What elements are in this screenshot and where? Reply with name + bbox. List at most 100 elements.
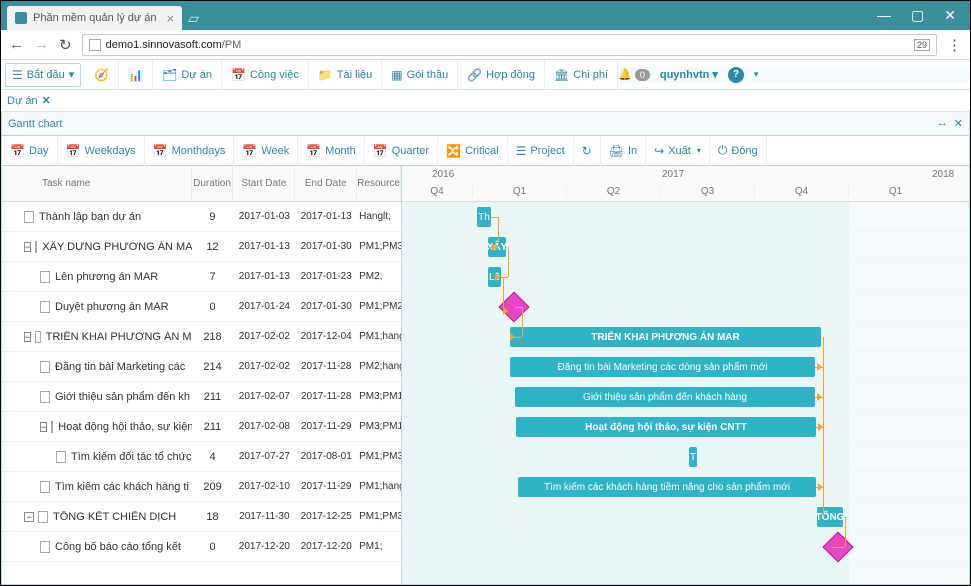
refresh-icon: ↻ xyxy=(582,144,592,158)
task-name: Tìm kiếm các khách hàng ti xyxy=(55,481,189,493)
menu-icon[interactable]: ⋮ xyxy=(947,36,962,54)
tab-project[interactable]: Dự án✕ xyxy=(7,94,51,107)
menu-docs[interactable]: 📁Tài liệu xyxy=(309,60,382,90)
task-name: Duyệt phương án MAR xyxy=(55,301,169,313)
url-input[interactable]: demo1.sinnovasoft.com/PM 29 xyxy=(82,34,937,56)
tb-close[interactable]: ⏻Đóng xyxy=(710,136,767,166)
tb-export[interactable]: ↪Xuất▾ xyxy=(646,136,710,166)
tb-day[interactable]: 📅Day xyxy=(2,136,58,166)
gauge-icon: 🧭 xyxy=(94,68,109,82)
tb-print[interactable]: 🖨In xyxy=(601,136,646,166)
collapse-icon[interactable]: − xyxy=(24,242,31,252)
help-button[interactable]: ? xyxy=(728,67,744,83)
power-icon: ⏻ xyxy=(718,143,728,158)
tb-month[interactable]: 📅Month xyxy=(298,136,365,166)
table-row[interactable]: −XÂY DỰNG PHƯƠNG ÁN MA122017-01-132017-0… xyxy=(2,232,401,262)
gantt-area[interactable]: ThXÂYLêTRIỂN KHAI PHƯƠNG ÁN MARĐăng tin … xyxy=(402,202,969,584)
new-tab-button[interactable]: ▱ xyxy=(188,10,199,27)
close-icon[interactable]: ✕ xyxy=(42,94,51,107)
timeline-header: 2016 2017 2018 Q4 Q1 Q2 Q3 Q4 Q1 xyxy=(402,166,969,202)
table-row[interactable]: Tìm kiếm đối tác tổ chức42017-07-272017-… xyxy=(2,442,401,472)
menu-project[interactable]: 🗂Dự án xyxy=(153,60,222,90)
task-name: Giới thiệu sản phẩm đến kh xyxy=(55,391,190,403)
table-row[interactable]: −Hoạt động hội thảo, sự kiện2112017-02-0… xyxy=(2,412,401,442)
print-icon: 🖨 xyxy=(609,144,624,158)
collapse-icon[interactable]: − xyxy=(24,512,34,522)
tb-critical[interactable]: 🔀Critical xyxy=(438,136,508,166)
calendar-icon: 📅 xyxy=(306,144,321,158)
menu-tasks[interactable]: 📅Công việc xyxy=(222,60,309,90)
gantt-main: Task name Duration Start Date End Date R… xyxy=(1,166,970,585)
tb-week[interactable]: 📅Week xyxy=(234,136,298,166)
task-table: Task name Duration Start Date End Date R… xyxy=(2,166,402,584)
file-icon xyxy=(24,211,34,223)
menu-start[interactable]: ☰Bắt đầu▾ xyxy=(5,63,81,87)
year-label: 2016 xyxy=(432,169,454,180)
collapse-icon[interactable]: − xyxy=(40,422,47,432)
chart-icon: 📊 xyxy=(128,68,143,82)
menu-dashboard[interactable]: 🧭 xyxy=(85,60,119,90)
tb-refresh[interactable]: ↻ xyxy=(574,136,601,166)
menu-contracts[interactable]: 🔗Hợp đồng xyxy=(458,60,545,90)
gantt-bar[interactable]: TỔNG xyxy=(817,507,843,527)
tb-quarter[interactable]: 📅Quarter xyxy=(365,136,438,166)
window-close-icon[interactable]: ✕ xyxy=(944,7,956,24)
gantt-bar[interactable]: T xyxy=(689,447,697,467)
table-row[interactable]: Lên phương án MAR72017-01-132017-01-23PM… xyxy=(2,262,401,292)
quarter-label: Q2 xyxy=(566,186,660,197)
menu-stats[interactable]: 📊 xyxy=(119,60,153,90)
forward-icon[interactable]: → xyxy=(34,36,49,53)
close-tab-icon[interactable]: × xyxy=(167,11,175,26)
collapse-icon[interactable]: ↔ xyxy=(937,117,948,130)
calendar-icon: 📅 xyxy=(153,144,168,158)
task-name: Thành lập ban dự án xyxy=(39,211,141,223)
panel-close-icon[interactable]: ✕ xyxy=(954,117,963,130)
back-icon[interactable]: ← xyxy=(9,36,24,53)
table-header: Task name Duration Start Date End Date R… xyxy=(2,166,401,202)
menu-costs[interactable]: 🏛Chi phí xyxy=(545,60,618,90)
tb-project[interactable]: ☰Project xyxy=(508,136,574,166)
table-row[interactable]: −TRIỂN KHAI PHƯƠNG ÁN M2182017-02-022017… xyxy=(2,322,401,352)
user-menu[interactable]: quynhvtn ▾ xyxy=(660,68,718,81)
task-name: TRIỂN KHAI PHƯƠNG ÁN M xyxy=(46,331,192,343)
panel-header: Gantt chart ↔ ✕ xyxy=(1,112,970,136)
col-end: End Date xyxy=(295,166,357,201)
task-name: TỔNG KẾT CHIẾN DỊCH xyxy=(53,511,176,523)
gantt-bar[interactable]: Hoạt động hội thảo, sự kiện CNTT xyxy=(516,417,816,437)
gantt-bar[interactable]: Đăng tin bài Marketing các dòng sản phẩm… xyxy=(510,357,815,377)
quarter-label: Q1 xyxy=(472,186,566,197)
table-row[interactable]: Thành lập ban dự án92017-01-032017-01-13… xyxy=(2,202,401,232)
table-row[interactable]: Tìm kiếm các khách hàng ti2092017-02-102… xyxy=(2,472,401,502)
reload-icon[interactable]: ↻ xyxy=(59,36,72,54)
table-row[interactable]: Đăng tin bài Marketing các2142017-02-022… xyxy=(2,352,401,382)
file-icon xyxy=(40,391,50,403)
calendar-icon: 📅 xyxy=(10,144,25,158)
quarter-label: Q3 xyxy=(660,186,754,197)
task-name: Hoạt động hội thảo, sự kiện xyxy=(58,421,191,433)
file-icon xyxy=(56,451,66,463)
col-resource: Resource xyxy=(357,166,401,201)
gantt-bar[interactable]: Giới thiệu sản phẩm đến khách hàng xyxy=(515,387,815,407)
gantt-bar[interactable]: Th xyxy=(477,207,491,227)
gantt-chart[interactable]: 2016 2017 2018 Q4 Q1 Q2 Q3 Q4 Q1 ThXÂYLê… xyxy=(402,166,969,584)
file-icon xyxy=(40,271,50,283)
notification-button[interactable]: 🔔 0 xyxy=(618,68,650,81)
sub-tabs: Dự án✕ xyxy=(1,90,970,112)
collapse-icon[interactable]: − xyxy=(24,332,31,342)
table-row[interactable]: Duyệt phương án MAR02017-01-242017-01-30… xyxy=(2,292,401,322)
table-row[interactable]: Công bố báo cáo tổng kết02017-12-202017-… xyxy=(2,532,401,562)
menu-packages[interactable]: ▦Gói thầu xyxy=(382,60,458,90)
tb-weekdays[interactable]: 📅Weekdays xyxy=(58,136,145,166)
table-row[interactable]: Giới thiệu sản phẩm đến kh2112017-02-072… xyxy=(2,382,401,412)
task-name: Đăng tin bài Marketing các xyxy=(55,361,185,373)
col-duration: Duration xyxy=(192,166,234,201)
file-icon xyxy=(40,361,50,373)
window-maximize-icon[interactable]: ▢ xyxy=(911,7,924,24)
gantt-bar[interactable]: TRIỂN KHAI PHƯƠNG ÁN MAR xyxy=(510,327,821,347)
gantt-bar[interactable]: Tìm kiếm các khách hàng tiềm năng cho sả… xyxy=(518,477,816,497)
grid-icon: ▦ xyxy=(391,68,402,82)
window-minimize-icon[interactable]: — xyxy=(877,7,891,24)
tb-monthdays[interactable]: 📅Monthdays xyxy=(145,136,235,166)
table-row[interactable]: −TỔNG KẾT CHIẾN DỊCH182017-11-302017-12-… xyxy=(2,502,401,532)
browser-tab[interactable]: Phần mềm quản lý dự án × xyxy=(7,6,182,30)
